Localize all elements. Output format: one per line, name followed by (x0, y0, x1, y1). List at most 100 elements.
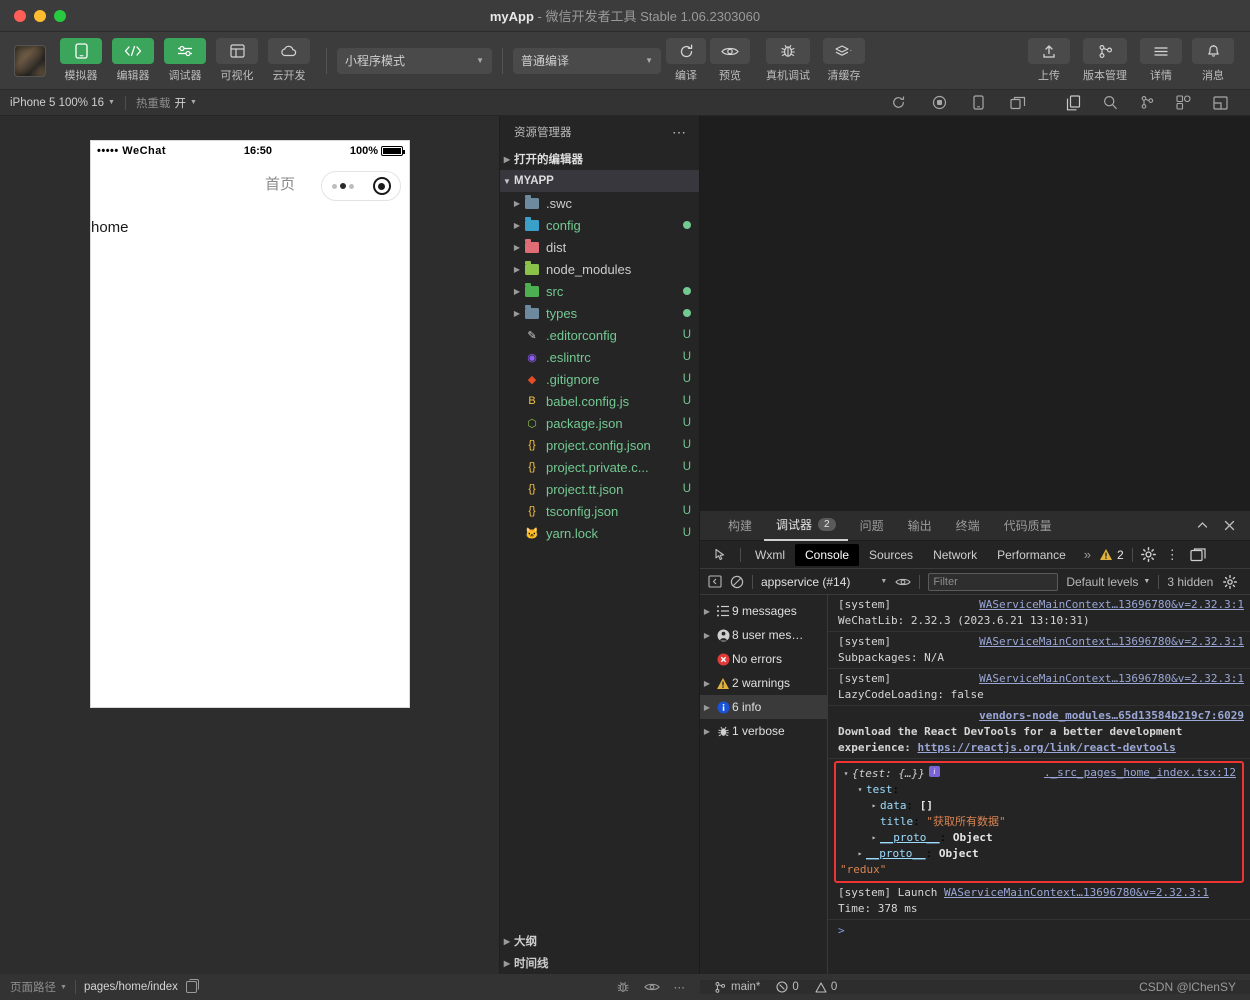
tree-item[interactable]: ▶ config (500, 214, 699, 236)
console-summary-row[interactable]: ▶ 1 verbose (700, 719, 827, 743)
more-icon[interactable] (331, 183, 354, 189)
toolbar-button-cloud[interactable]: 云开发 (264, 38, 314, 83)
info-badge[interactable]: i (928, 766, 940, 777)
source-control-icon[interactable] (1140, 95, 1154, 110)
chevron-down-icon[interactable]: ▾ (840, 766, 852, 782)
tree-item[interactable]: Bbabel.config.js U (500, 390, 699, 412)
mode-select[interactable]: 小程序模式 ▼ (337, 47, 492, 74)
status-eye-icon[interactable] (643, 982, 660, 992)
explorer-more-icon[interactable]: ⋯ (672, 124, 687, 141)
tree-item[interactable]: ▶ .swc (500, 192, 699, 214)
clear-console-icon[interactable] (730, 575, 744, 589)
tree-item[interactable]: ▶ src (500, 280, 699, 302)
collapse-panel-icon[interactable] (1196, 519, 1209, 532)
console-filter-input[interactable]: Filter (928, 572, 1059, 591)
panel-tab[interactable]: 代码质量 (992, 511, 1064, 541)
real-device-debug-button[interactable]: 真机调试 (759, 38, 817, 83)
chevron-icon[interactable]: ▸ (868, 830, 880, 846)
chevron-icon[interactable]: ▾ (854, 782, 866, 798)
preview-button[interactable]: 预览 (709, 38, 751, 83)
console-prompt[interactable]: > (828, 920, 1250, 941)
search-icon[interactable] (1103, 95, 1118, 110)
log-levels-select[interactable]: Default levels ▼ (1066, 575, 1150, 589)
status-more-icon[interactable]: ⋯ (674, 980, 687, 994)
close-mini-program-icon[interactable] (372, 177, 391, 195)
tree-item[interactable]: {} project.tt.json U (500, 478, 699, 500)
console-log-area[interactable]: [system] WAServiceMainContext…13696780&v=… (828, 595, 1250, 974)
sim-window-icon[interactable] (1010, 96, 1026, 110)
panel-tab[interactable]: 问题 (848, 511, 896, 541)
status-bug-icon[interactable] (616, 980, 630, 994)
tree-item[interactable]: ⬡ package.json U (500, 412, 699, 434)
object-source-link[interactable]: ._src_pages_home_index.tsx:12 (1044, 766, 1236, 779)
console-summary-row[interactable]: ▶ 6 info (700, 695, 827, 719)
version-control-button[interactable]: 版本管理 (1076, 38, 1134, 83)
copy-icon[interactable] (185, 979, 199, 993)
object-property-line[interactable]: ▸ __proto__: Object (840, 830, 1238, 846)
console-sidebar-toggle-icon[interactable] (708, 575, 722, 588)
minimize-window-button[interactable] (34, 9, 46, 22)
upload-button[interactable]: 上传 (1024, 38, 1074, 83)
panel-tab[interactable]: 输出 (896, 511, 944, 541)
dock-side-icon[interactable] (1190, 547, 1216, 562)
launch-log-source-link[interactable]: WAServiceMainContext…13696780&v=2.32.3:1 (944, 885, 1209, 901)
hot-reload-select[interactable]: 热重载 开 ▼ (126, 95, 207, 111)
tree-section-open-editors[interactable]: ▶ 打开的编辑器 (500, 148, 699, 170)
inspect-element-icon[interactable] (706, 548, 736, 562)
panel-tab[interactable]: 构建 (716, 511, 764, 541)
panel-tab[interactable]: 调试器 2 (764, 511, 848, 541)
compile-button[interactable]: 编译 (665, 38, 707, 83)
tree-item[interactable]: {} project.private.c... U (500, 456, 699, 478)
devtools-tab[interactable]: Network (923, 544, 987, 566)
sim-record-icon[interactable] (932, 95, 947, 110)
page-path-select[interactable]: 页面路径 ▼ (10, 979, 67, 995)
tree-item[interactable]: {} project.config.json U (500, 434, 699, 456)
messages-button[interactable]: 消息 (1188, 38, 1238, 83)
object-property-line[interactable]: ▸ data: [] (840, 798, 1238, 814)
object-property-line[interactable]: ▾ test: (840, 782, 1238, 798)
error-count-indicator[interactable]: 0 (776, 981, 799, 993)
files-icon[interactable] (1066, 94, 1081, 111)
tree-item[interactable]: ◆ .gitignore U (500, 368, 699, 390)
devtools-settings-icon[interactable] (1140, 547, 1156, 562)
log-source-link[interactable]: WAServiceMainContext…13696780&v=2.32.3:1 (979, 671, 1244, 687)
sim-refresh-icon[interactable] (891, 95, 906, 110)
toolbar-button-editor[interactable]: 编辑器 (108, 38, 158, 83)
devtools-tab[interactable]: Wxml (745, 544, 795, 566)
console-summary-row[interactable]: ▶ 9 messages (700, 599, 827, 623)
tree-item[interactable]: 🐱 yarn.lock U (500, 522, 699, 544)
object-property-line[interactable]: ▸ __proto__: Object (840, 846, 1238, 862)
tree-item[interactable]: ▶ dist (500, 236, 699, 258)
details-button[interactable]: 详情 (1136, 38, 1186, 83)
tree-item[interactable]: {} tsconfig.json U (500, 500, 699, 522)
devtools-more-icon[interactable]: ⋮ (1156, 547, 1190, 563)
toolbar-button-debugger[interactable]: 调试器 (160, 38, 210, 83)
toolbar-button-simulator[interactable]: 模拟器 (56, 38, 106, 83)
log-source-link[interactable]: vendors-node_modules…65d13584b219c7:6029 (979, 708, 1244, 724)
console-summary-row[interactable]: No errors (700, 647, 827, 671)
extensions-icon[interactable] (1176, 95, 1191, 110)
avatar[interactable] (14, 44, 46, 77)
device-select[interactable]: iPhone 5 100% 16 ▼ (0, 97, 125, 109)
git-branch-indicator[interactable]: main* (714, 981, 760, 994)
tree-item[interactable]: ✎ .editorconfig U (500, 324, 699, 346)
console-settings-icon[interactable] (1223, 574, 1238, 589)
clear-cache-button[interactable]: 清缓存 (819, 38, 869, 83)
chevron-icon[interactable]: ▸ (854, 846, 866, 862)
panel-tab[interactable]: 终端 (944, 511, 992, 541)
toolbar-button-visual[interactable]: 可视化 (212, 38, 262, 83)
devtools-tab[interactable]: Console (795, 543, 860, 566)
console-eye-icon[interactable] (895, 577, 912, 587)
console-summary-row[interactable]: ▶ 8 user mes… (700, 623, 827, 647)
warning-count-chip[interactable]: 2 (1099, 548, 1124, 562)
layout-icon[interactable] (1213, 95, 1228, 110)
tree-item[interactable]: ◉ .eslintrc U (500, 346, 699, 368)
compile-select[interactable]: 普通编译 ▼ (513, 47, 661, 74)
close-panel-icon[interactable] (1223, 519, 1236, 532)
hidden-count-label[interactable]: 3 hidden (1167, 575, 1213, 589)
devtools-tab[interactable]: Sources (859, 544, 923, 566)
close-window-button[interactable] (14, 9, 26, 22)
chevron-icon[interactable]: ▸ (868, 798, 880, 814)
warning-count-indicator[interactable]: 0 (815, 981, 837, 993)
capsule-buttons[interactable] (321, 171, 401, 201)
